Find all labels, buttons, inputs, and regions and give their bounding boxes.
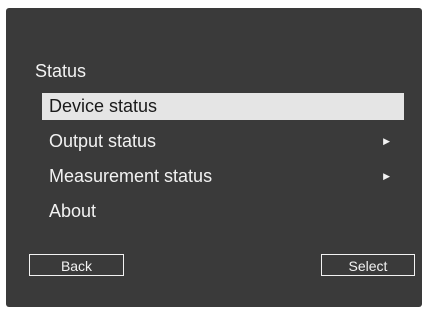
device-screen: Status Device status Output status ▶ Mea… [6, 8, 422, 307]
status-menu: Device status Output status ▶ Measuremen… [42, 93, 404, 233]
menu-item-about[interactable]: About [42, 198, 404, 225]
triangle-right-icon: ▶ [383, 171, 390, 181]
menu-item-device-status[interactable]: Device status [42, 93, 404, 120]
menu-item-label: Measurement status [49, 166, 213, 186]
menu-item-label: Output status [49, 131, 157, 151]
menu-item-label: About [49, 201, 97, 221]
menu-item-output-status[interactable]: Output status ▶ [42, 128, 404, 155]
page-title: Status [35, 61, 87, 81]
select-button[interactable]: Select [321, 254, 415, 276]
menu-item-label: Device status [49, 96, 158, 116]
triangle-right-icon: ▶ [383, 136, 390, 146]
menu-item-measurement-status[interactable]: Measurement status ▶ [42, 163, 404, 190]
back-button[interactable]: Back [29, 254, 124, 276]
